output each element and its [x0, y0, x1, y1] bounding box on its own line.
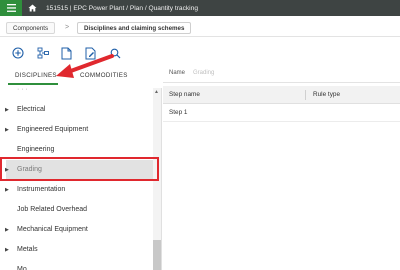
breadcrumb-disciplines[interactable]: Disciplines and claiming schemes: [77, 22, 192, 34]
scroll-up-icon[interactable]: ▲: [154, 89, 159, 95]
expand-caret-icon[interactable]: ▶: [5, 220, 9, 240]
list-item[interactable]: Mo...: [0, 260, 152, 270]
column-header-step-name[interactable]: Step name: [169, 91, 200, 98]
cell-step-name: Step 1: [169, 109, 188, 116]
list-item-instrumentation[interactable]: ▶ Instrumentation: [0, 180, 152, 200]
list-item-mechanical-equipment[interactable]: ▶ Mechanical Equipment: [0, 220, 152, 240]
name-field-row: Name Grading: [163, 66, 400, 83]
expand-caret-icon[interactable]: ▶: [5, 240, 9, 260]
list-item[interactable]: · · ·: [0, 88, 152, 100]
add-icon[interactable]: [11, 46, 25, 60]
expand-caret-icon[interactable]: ▶: [5, 120, 9, 140]
column-divider[interactable]: [305, 90, 306, 100]
scrollbar-thumb[interactable]: [153, 240, 161, 270]
expand-caret-icon[interactable]: ▶: [5, 180, 9, 200]
table-row[interactable]: Step 1: [163, 104, 400, 122]
name-field[interactable]: Grading: [193, 70, 214, 76]
breadcrumb-separator: >: [65, 24, 70, 31]
list-item-engineered-equipment[interactable]: ▶ Engineered Equipment: [0, 120, 152, 140]
list-item-job-related-overhead[interactable]: Job Related Overhead: [0, 200, 152, 220]
menu-icon[interactable]: [0, 0, 22, 16]
breadcrumb-components[interactable]: Components: [6, 22, 56, 34]
annotation-arrow-icon: [56, 54, 114, 78]
column-header-rule-type[interactable]: Rule type: [313, 91, 340, 98]
list-item-metals[interactable]: ▶ Metals: [0, 240, 152, 260]
steps-table-header: Step name Rule type: [163, 86, 400, 104]
active-tab-indicator: [8, 83, 58, 85]
annotation-highlight-box: [0, 157, 159, 181]
app-breadcrumb[interactable]: 151515 | EPC Power Plant / Plan / Quanti…: [46, 5, 198, 12]
hierarchy-icon[interactable]: [36, 46, 50, 60]
breadcrumb: Components > Disciplines and claiming sc…: [0, 19, 400, 37]
expand-caret-icon[interactable]: ▶: [5, 100, 9, 120]
list-item-electrical[interactable]: ▶ Electrical: [0, 100, 152, 120]
name-label: Name: [169, 70, 186, 76]
home-icon[interactable]: [22, 0, 42, 16]
top-bar: 151515 | EPC Power Plant / Plan / Quanti…: [0, 0, 400, 16]
